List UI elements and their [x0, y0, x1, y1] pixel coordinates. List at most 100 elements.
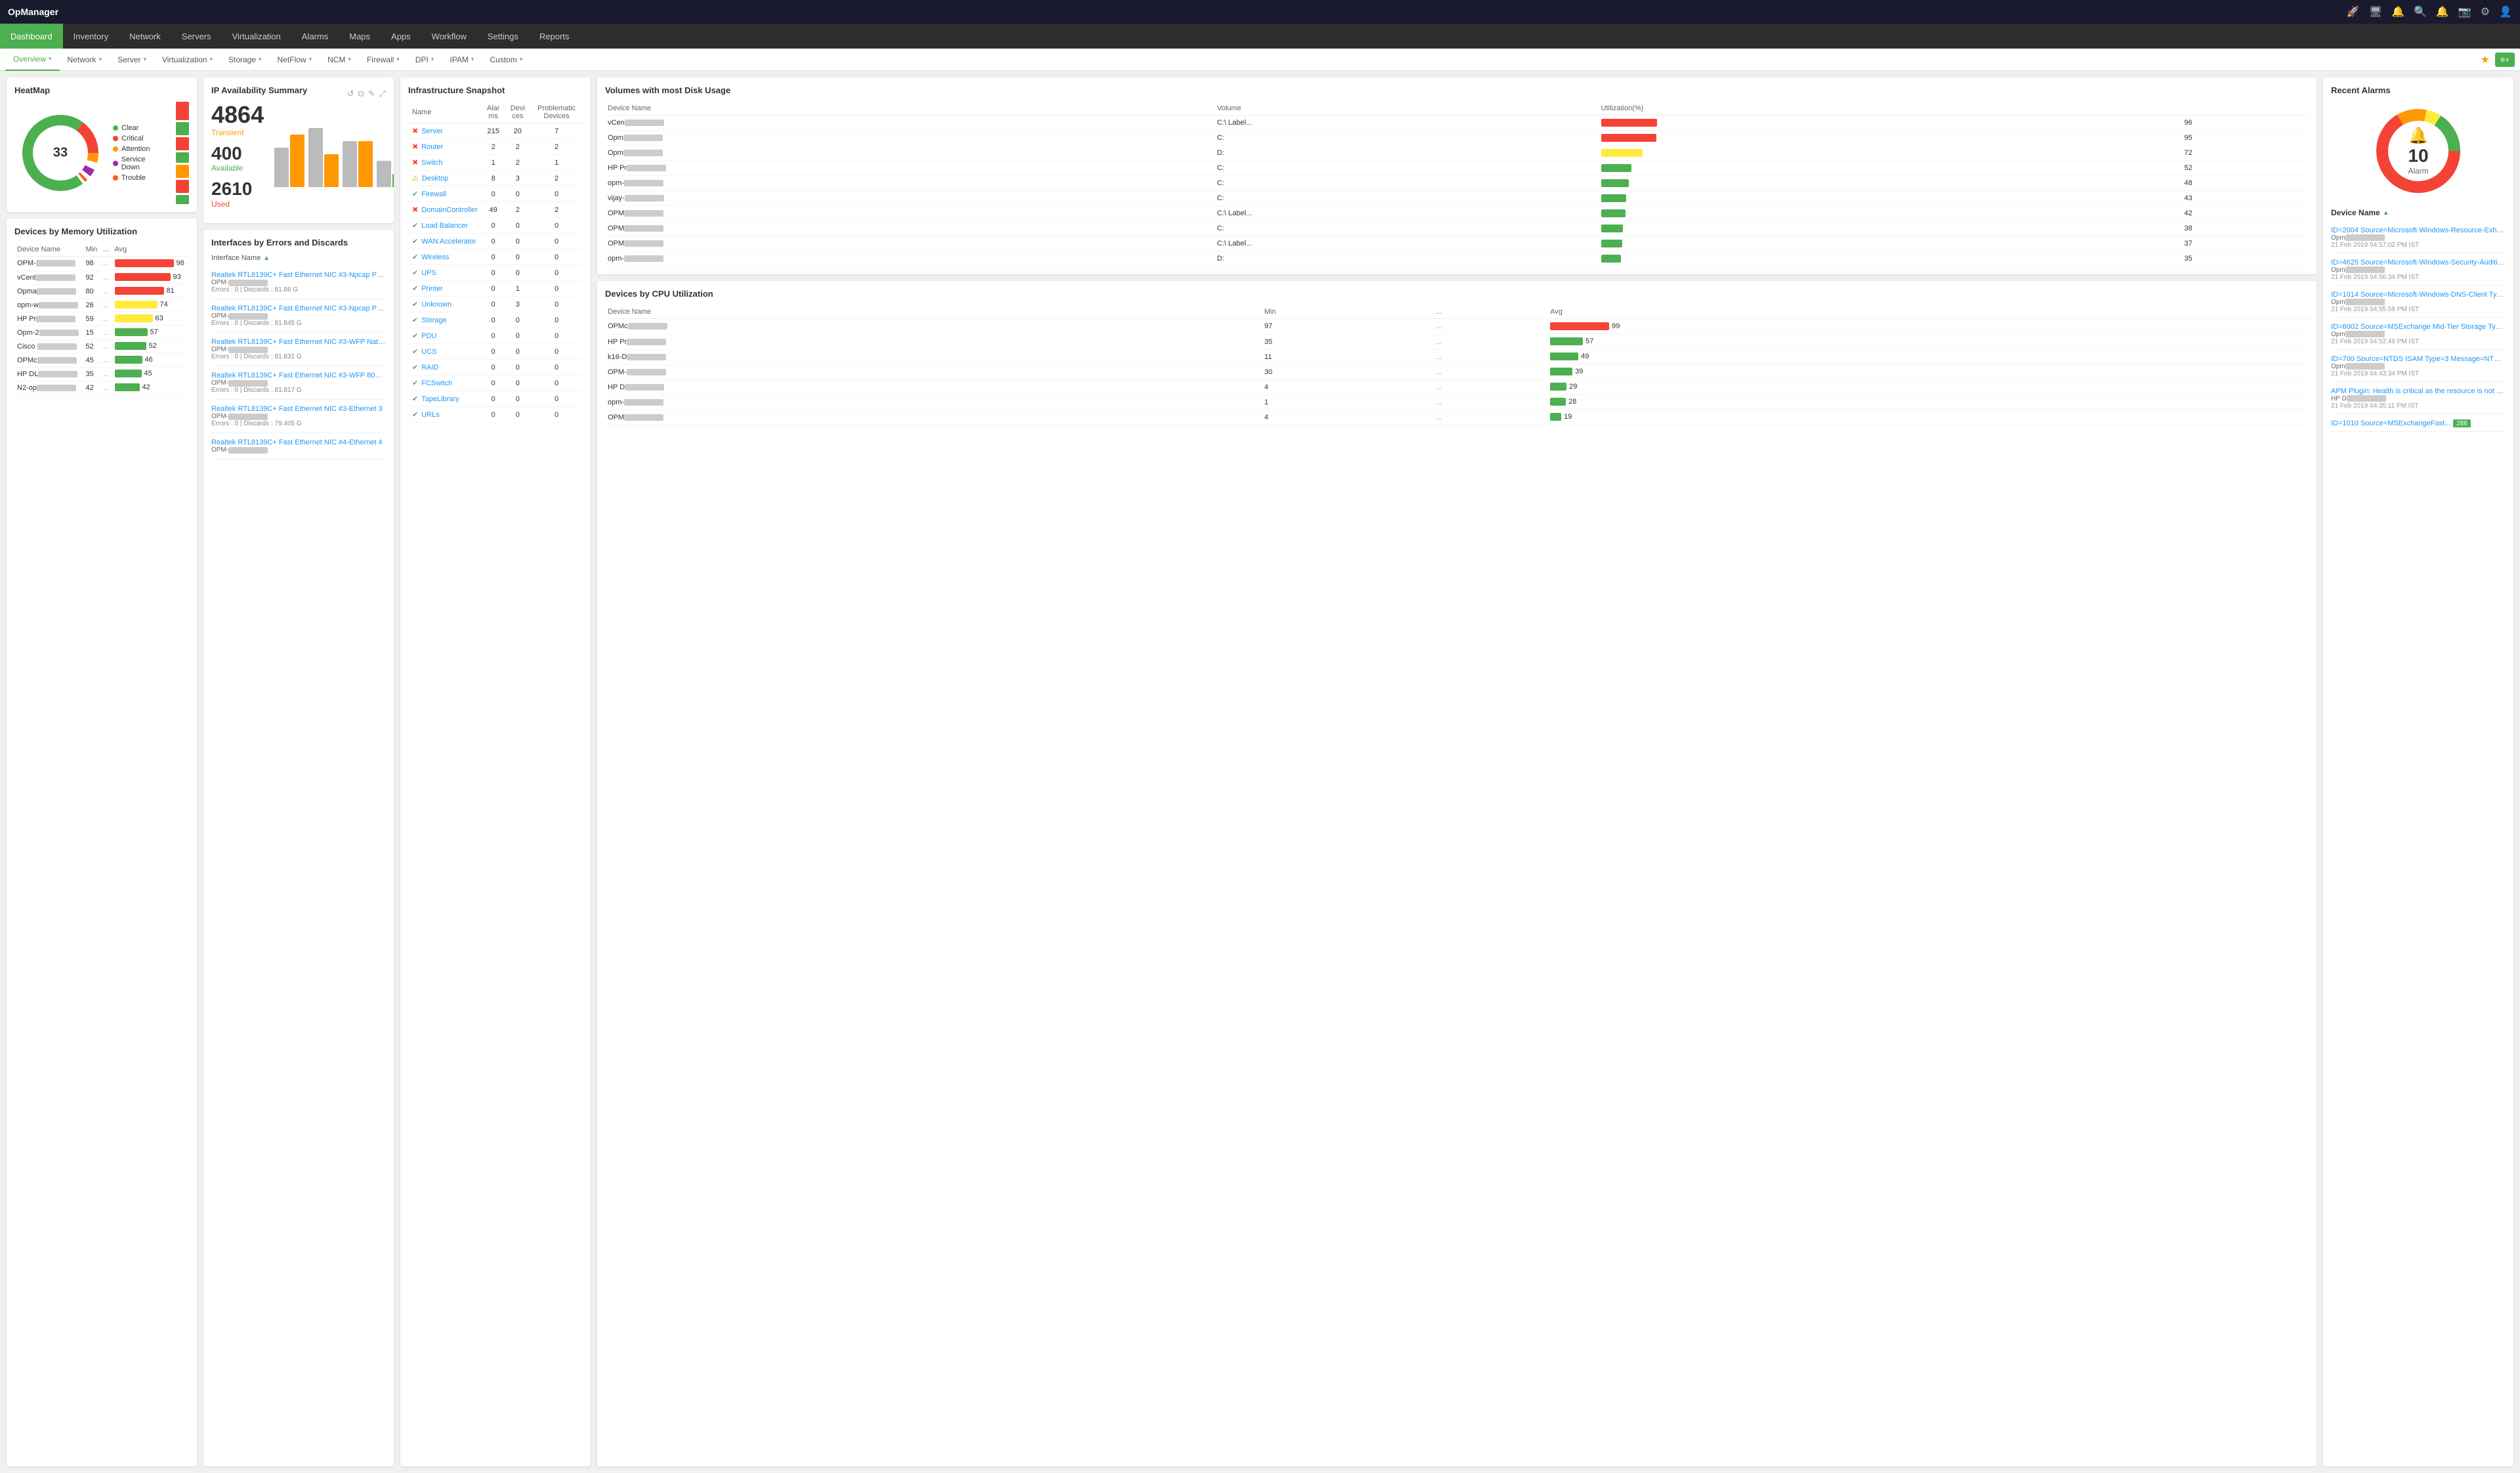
infra-device-name[interactable]: UCS	[421, 348, 436, 356]
recent-alarms-title: Recent Alarms	[2331, 85, 2506, 95]
alarm-id[interactable]: ID=6002 Source=MSExchange Mid-Tier Stora…	[2331, 323, 2506, 331]
infra-device-name[interactable]: Firewall	[421, 190, 446, 198]
column-4: Volumes with most Disk Usage Device Name…	[597, 77, 2317, 1466]
alarm-id[interactable]: ID=700 Source=NTDS ISAM Type=3 Message=N…	[2331, 355, 2506, 363]
user-icon[interactable]: 👤	[2499, 5, 2512, 18]
infra-alarms: 0	[482, 391, 505, 407]
interface-name[interactable]: Realtek RTL8139C+ Fast Ethernet NIC #4-E…	[211, 438, 386, 446]
infra-snapshot-panel: Infrastructure Snapshot Name Alar ms Dev…	[400, 77, 591, 1466]
nav-network[interactable]: Network	[119, 24, 171, 49]
alarm-id[interactable]: ID=1010 Source=MSExchangeFast...286	[2331, 419, 2506, 427]
infra-device-name[interactable]: Switch	[421, 159, 442, 167]
infra-device-name[interactable]: RAID	[421, 364, 438, 372]
interface-name[interactable]: Realtek RTL8139C+ Fast Ethernet NIC #3-W…	[211, 338, 386, 346]
monitor-icon[interactable]: 🖥	[2369, 5, 2382, 18]
subnav-ipam[interactable]: IPAM ▾	[442, 49, 482, 71]
infra-device-name[interactable]: Router	[421, 143, 443, 151]
add-dashboard-button[interactable]: ≡+	[2495, 53, 2515, 67]
gear-icon[interactable]: ⚙	[2481, 5, 2490, 18]
infra-problematic: 0	[530, 249, 583, 265]
bell-notify-icon[interactable]: 🔔	[2391, 5, 2404, 18]
subnav-firewall[interactable]: Firewall ▾	[359, 49, 408, 71]
infra-devices: 0	[505, 407, 530, 423]
alarm-center: 🔔 10 Alarm	[2408, 127, 2428, 176]
infra-device-name[interactable]: Wireless	[421, 253, 449, 261]
edit-icon[interactable]: ✎	[368, 89, 375, 99]
subnav-overview[interactable]: Overview ▾	[5, 49, 60, 71]
table-row: Opm D: 72	[605, 146, 2309, 161]
nav-virtualization[interactable]: Virtualization	[222, 24, 291, 49]
infra-problematic: 0	[530, 312, 583, 328]
cpu-avg-value: 39	[1575, 368, 1583, 375]
copy-icon[interactable]: ⧉	[358, 89, 364, 99]
infra-device-name[interactable]: Server	[421, 127, 442, 135]
subnav-ncm[interactable]: NCM ▾	[320, 49, 359, 71]
nav-reports[interactable]: Reports	[529, 24, 580, 49]
infra-device-name[interactable]: Printer	[421, 285, 442, 293]
interface-name[interactable]: Realtek RTL8139C+ Fast Ethernet NIC #3-W…	[211, 372, 386, 379]
subnav-virtualization[interactable]: Virtualization ▾	[154, 49, 220, 71]
infra-device-name[interactable]: Unknown	[421, 301, 452, 309]
alarm-timestamp: 21 Feb 2019 04:57:02 PM IST	[2331, 242, 2506, 249]
nav-maps[interactable]: Maps	[339, 24, 381, 49]
recent-alarms-panel: Recent Alarms 🔔 10 Alarm	[2323, 77, 2513, 1466]
camera-icon[interactable]: 📷	[2458, 5, 2471, 18]
search-icon[interactable]: 🔍	[2414, 5, 2427, 18]
subnav-network[interactable]: Network ▾	[60, 49, 110, 71]
alarm-id[interactable]: APM Plugin: Health is critical as the re…	[2331, 387, 2506, 395]
infra-device-name[interactable]: FCSwitch	[421, 379, 452, 387]
memory-avg-value: 46	[145, 356, 153, 364]
infra-device-name[interactable]: TapeLibrary	[421, 395, 459, 403]
interface-name[interactable]: Realtek RTL8139C+ Fast Ethernet NIC #3-N…	[211, 305, 386, 312]
infra-device-name[interactable]: WAN Accelerator	[421, 238, 476, 245]
nav-dashboard[interactable]: Dashboard	[0, 24, 63, 49]
nav-settings[interactable]: Settings	[477, 24, 529, 49]
interface-column-header: Interface Name ▲	[211, 254, 386, 262]
nav-servers[interactable]: Servers	[171, 24, 222, 49]
subnav-custom[interactable]: Custom ▾	[482, 49, 530, 71]
refresh-icon[interactable]: ↺	[346, 89, 354, 99]
cpu-table: Device Name Min ... Avg OPMc 97 ... 99 H…	[605, 305, 2309, 425]
nav-apps[interactable]: Apps	[381, 24, 421, 49]
nav-workflow[interactable]: Workflow	[421, 24, 477, 49]
expand-icon[interactable]: ⤢	[379, 89, 386, 99]
memory-avg-cell: 74	[112, 298, 189, 312]
nav-alarms[interactable]: Alarms	[291, 24, 339, 49]
infra-device-name[interactable]: URLs	[421, 411, 440, 419]
subnav-dpi[interactable]: DPI ▾	[408, 49, 442, 71]
alarm-id[interactable]: ID=1014 Source=Microsoft-Windows-DNS-Cli…	[2331, 291, 2506, 299]
table-row: OPM 4 ... 19	[605, 410, 2309, 425]
table-row: Opm-2 15 ... 57	[14, 326, 189, 339]
cpu-device-name: OPM-	[605, 364, 1262, 379]
infra-device-name[interactable]: Load Balancer	[421, 222, 468, 230]
alarm-id[interactable]: ID=4625 Source=Microsoft-Windows-Securit…	[2331, 259, 2506, 267]
nav-inventory[interactable]: Inventory	[63, 24, 119, 49]
subnav-netflow[interactable]: NetFlow ▾	[270, 49, 320, 71]
infra-alarms: 2	[482, 139, 505, 155]
interface-name[interactable]: Realtek RTL8139C+ Fast Ethernet NIC #3-N…	[211, 271, 386, 279]
ip-bar-group-4	[377, 161, 394, 187]
alarm-id[interactable]: ID=2004 Source=Microsoft-Windows-Resourc…	[2331, 226, 2506, 234]
interface-name[interactable]: Realtek RTL8139C+ Fast Ethernet NIC #3-E…	[211, 405, 386, 413]
table-row: ✖ Switch 1 2 1	[408, 155, 583, 171]
infra-device-name[interactable]: UPS	[421, 269, 436, 277]
table-row: ✔ Storage 0 0 0	[408, 312, 583, 328]
subnav-ncm-label: NCM	[327, 55, 345, 64]
infra-alarms: 0	[482, 375, 505, 391]
subnav-server[interactable]: Server ▾	[110, 49, 154, 71]
infra-device-name[interactable]: PDU	[421, 332, 436, 340]
list-item: Realtek RTL8139C+ Fast Ethernet NIC #4-E…	[211, 433, 386, 459]
memory-device-name: Opm-2	[14, 326, 83, 339]
rocket-icon[interactable]: 🚀	[2347, 5, 2360, 18]
list-item: ID=4625 Source=Microsoft-Windows-Securit…	[2331, 255, 2506, 286]
infra-device-name[interactable]: DomainController	[421, 206, 478, 214]
memory-avg-value: 74	[160, 301, 168, 309]
interface-errors: Errors : 0 | Discards : 81.845 G	[211, 320, 386, 327]
list-item: Realtek RTL8139C+ Fast Ethernet NIC #3-E…	[211, 400, 386, 433]
favorite-star-icon[interactable]: ★	[2481, 53, 2490, 66]
subnav-storage[interactable]: Storage ▾	[220, 49, 270, 71]
infra-device-name[interactable]: Storage	[421, 316, 447, 324]
alarm-bell-icon[interactable]: 🔔	[2436, 5, 2449, 18]
infra-device-name[interactable]: Desktop	[422, 175, 448, 182]
disk-util-value: 42	[2181, 206, 2309, 221]
